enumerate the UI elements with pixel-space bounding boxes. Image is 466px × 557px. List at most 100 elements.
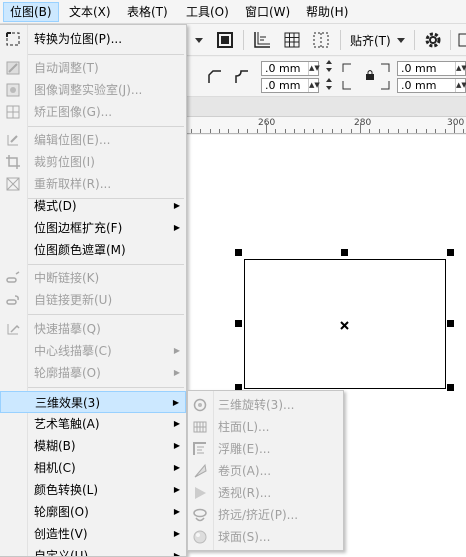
menu-item-straighten-image[interactable]: 矫正图像(G)... [0,101,186,123]
selection-handle[interactable] [341,249,348,256]
menu-item-bitmap-border-expand[interactable]: 位图边框扩充(F) ▶ [0,217,186,239]
selection-handle[interactable] [447,249,454,256]
submenu-item-pinch-punch[interactable]: 挤远/挤近(P)... [188,504,343,526]
spinner-icon[interactable] [322,59,336,73]
corner-radius-bottom-right-field[interactable]: .0 mm ▲▼ [397,78,466,93]
field-value: .0 mm [401,79,437,92]
ruler-tick [369,129,370,133]
ruler-tick [435,129,436,133]
spinner-arrows-icon[interactable]: ▲▼ [455,62,466,75]
selection-handle[interactable] [235,320,242,327]
ruler-tick [266,123,267,133]
show-guidelines-icon[interactable] [309,28,333,52]
snap-dropdown-arrow-icon[interactable] [394,28,408,52]
corner-radius-top-left-field[interactable]: .0 mm ▲▼ [261,61,320,76]
ruler-tick [360,123,361,133]
menu-help[interactable]: 帮助(H) [300,2,354,22]
menu-item-break-link[interactable]: 中断链接(K) [0,267,186,289]
spinner-icon[interactable] [322,77,336,91]
break-link-icon [5,270,21,286]
menu-item-blur[interactable]: 模糊(B) ▶ [0,435,186,457]
ruler-tick [322,129,323,133]
corner-radius-top-right-field[interactable]: .0 mm ▲▼ [397,61,466,76]
submenu-item-label: 三维旋转(3)... [218,398,295,412]
menu-item-label: 裁剪位图(I) [34,155,95,169]
full-screen-icon[interactable] [213,28,237,52]
menu-window[interactable]: 窗口(W) [239,2,296,22]
submenu-item-3d-rotate[interactable]: 三维旋转(3)... [188,394,343,416]
menu-item-label: 矫正图像(G)... [34,105,113,119]
field-value: .0 mm [265,79,301,92]
menu-item-update-link[interactable]: 自链接更新(U) [0,289,186,311]
lock-icon[interactable] [363,68,377,82]
selection-handle[interactable] [447,320,454,327]
menu-item-resample[interactable]: 重新取样(R)... [0,173,186,195]
launch-icon[interactable] [455,28,466,52]
zoom-dropdown-arrow-icon[interactable] [190,28,208,52]
menu-item-auto-adjust[interactable]: 自动调整(T) [0,57,186,79]
menu-item-3d-effects[interactable]: 三维效果(3) ▶ [0,391,186,413]
submenu-arrow-icon: ▶ [173,507,180,516]
submenu-item-emboss[interactable]: 浮雕(E)... [188,438,343,460]
show-grid-icon[interactable] [280,28,304,52]
menu-item-quick-trace[interactable]: 快速描摹(Q) [0,318,186,340]
submenu-item-page-curl[interactable]: 卷页(A)... [188,460,343,482]
menu-item-custom[interactable]: 自定义(U) ▶ [0,545,186,557]
options-gear-icon[interactable] [421,28,445,52]
menu-item-label: 位图颜色遮罩(M) [34,243,126,257]
menu-item-image-adjust-lab[interactable]: 图像调整实验室(J)... [0,79,186,101]
ruler-tick [332,129,333,133]
corner-radius-bottom-left-field[interactable]: .0 mm ▲▼ [261,78,320,93]
menu-item-outline-trace[interactable]: 轮廓描摹(O) ▶ [0,362,186,384]
ruler-tick [407,129,408,133]
field-value: .0 mm [401,62,437,75]
menu-tools[interactable]: 工具(O) [180,2,235,22]
submenu-arrow-icon: ▶ [173,346,180,355]
ruler-tick [228,129,229,133]
submenu-arrow-icon: ▶ [173,463,180,472]
submenu-item-sphere[interactable]: 球面(S)... [188,526,343,548]
show-rulers-icon[interactable] [250,28,274,52]
menu-item-color-transform[interactable]: 颜色转换(L) ▶ [0,479,186,501]
ruler-tick [351,129,352,133]
menu-item-label: 快速描摹(Q) [34,322,101,336]
spinner-arrows-icon[interactable]: ▲▼ [308,62,320,75]
selection-handle[interactable] [447,384,454,391]
menu-item-creative[interactable]: 创造性(V) ▶ [0,523,186,545]
menu-item-art-strokes[interactable]: 艺术笔触(A) ▶ [0,413,186,435]
menu-item-label: 模式(D) [34,199,77,213]
menu-item-mode[interactable]: 模式(D) ▶ [0,195,186,217]
spinner-arrows-icon[interactable]: ▲▼ [308,79,320,92]
menu-item-label: 中心线描摹(C) [34,344,112,358]
submenu-arrow-icon: ▶ [173,529,180,538]
corner-bottom-icon [378,78,392,92]
selection-handle[interactable] [235,249,242,256]
menu-item-edit-bitmap[interactable]: 编辑位图(E)... [0,129,186,151]
ruler-tick [191,129,192,133]
menu-item-label: 自链接更新(U) [34,293,113,307]
submenu-item-perspective[interactable]: 透视(R)... [188,482,343,504]
menu-item-camera[interactable]: 相机(C) ▶ [0,457,186,479]
menu-item-convert-to-bitmap[interactable]: 转换为位图(P)... [0,28,186,50]
chamfer-corner-icon[interactable] [203,65,227,89]
ruler-tick [426,129,427,133]
emboss-icon [192,441,208,457]
cylinder-icon [192,419,208,435]
ruler-tick [463,129,464,133]
menu-item-label: 艺术笔触(A) [34,417,100,431]
menu-item-crop-bitmap[interactable]: 裁剪位图(I) [0,151,186,173]
submenu-item-label: 挤远/挤近(P)... [218,508,299,522]
menu-table[interactable]: 表格(T) [121,2,174,22]
spinner-arrows-icon[interactable]: ▲▼ [455,79,466,92]
menu-item-bitmap-color-mask[interactable]: 位图颜色遮罩(M) [0,239,186,261]
menu-bitmap[interactable]: 位图(B) [3,2,59,22]
menu-item-contour[interactable]: 轮廓图(O) ▶ [0,501,186,523]
menu-item-centerline-trace[interactable]: 中心线描摹(C) ▶ [0,340,186,362]
submenu-item-cylinder[interactable]: 柱面(L)... [188,416,343,438]
snap-to-button[interactable]: 贴齐(T) [350,32,391,49]
ruler-label: 280 [354,118,372,128]
corner-top-right-icon [340,61,354,75]
scalloped-corner-icon[interactable] [230,65,254,89]
menu-text[interactable]: 文本(X) [63,2,117,22]
menu-item-label: 自定义(U) [34,549,89,557]
